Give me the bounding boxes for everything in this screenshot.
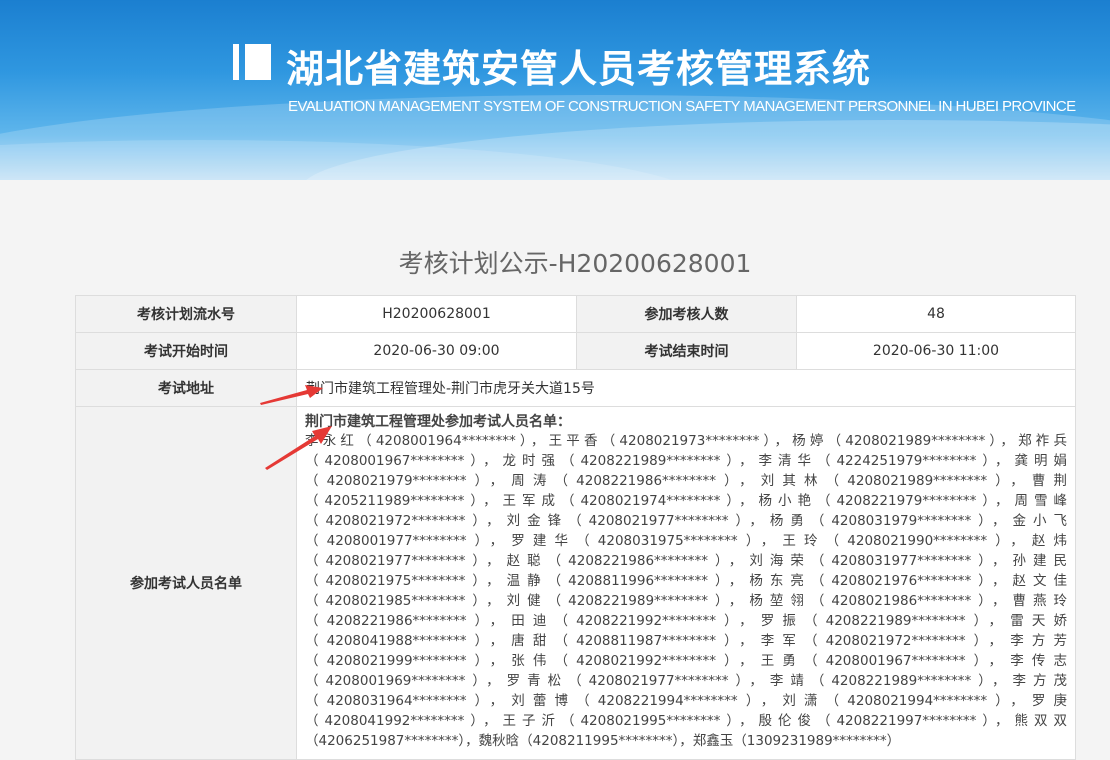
system-subtitle: EVALUATION MANAGEMENT SYSTEM OF CONSTRUC… [288, 98, 1076, 115]
count-label: 参加考核人数 [576, 295, 797, 333]
names-list: 李永红（4208001964********），王平香（4208021973**… [305, 433, 1067, 749]
end-time-label: 考试结束时间 [576, 332, 797, 370]
names-cell: 荆门市建筑工程管理处参加考试人员名单： 李永红（4208001964******… [296, 406, 1076, 760]
system-title: 湖北省建筑安管人员考核管理系统 [286, 47, 872, 91]
table-row: 参加考试人员名单 荆门市建筑工程管理处参加考试人员名单： 李永红（4208001… [75, 406, 1076, 760]
start-time-value: 2020-06-30 09:00 [296, 332, 577, 370]
header-banner: 湖北省建筑安管人员考核管理系统 EVALUATION MANAGEMENT SY… [0, 0, 1110, 180]
start-time-label: 考试开始时间 [75, 332, 297, 370]
arrow-shape [260, 385, 323, 405]
plan-no-label: 考核计划流水号 [75, 295, 297, 333]
page-title: 考核计划公示-H20200628001 [398, 249, 752, 278]
address-value: 荆门市建筑工程管理处-荆门市虎牙关大道15号 [296, 369, 1076, 407]
table-row: 考试地址 荆门市建筑工程管理处-荆门市虎牙关大道15号 [75, 369, 1076, 407]
plan-no-value: H20200628001 [296, 295, 577, 333]
count-value: 48 [796, 295, 1076, 333]
end-time-value: 2020-06-30 11:00 [796, 332, 1076, 370]
annotation-arrow-icon [265, 426, 332, 470]
table-row: 考核计划流水号 H20200628001 参加考核人数 48 [75, 295, 1076, 333]
annotation-arrow-icon [260, 385, 323, 405]
system-logo-icon [233, 44, 271, 80]
names-list-title: 荆门市建筑工程管理处参加考试人员名单： [305, 414, 571, 430]
table-row: 考试开始时间 2020-06-30 09:00 考试结束时间 2020-06-3… [75, 332, 1076, 370]
plan-info-table: 考核计划流水号 H20200628001 参加考核人数 48 考试开始时间 20… [75, 295, 1076, 760]
